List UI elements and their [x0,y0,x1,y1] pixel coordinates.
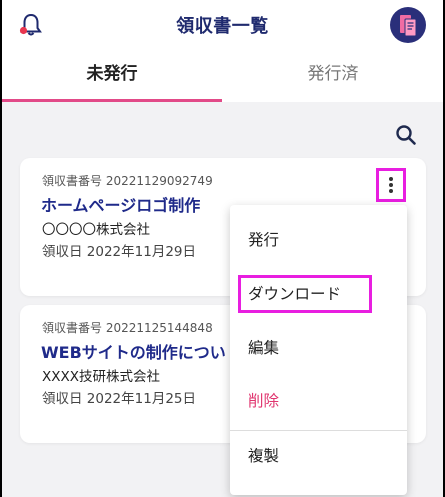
page-title: 領収書一覧 [176,16,269,37]
receipt-name[interactable]: ホームページロゴ制作 [41,192,200,216]
more-options-icon[interactable] [376,168,406,202]
receipt-date: 領収日 2022年11月29日 [42,244,197,260]
kebab-dot [389,183,393,187]
receipt-number: 領収書番号 20221125144848 [42,321,213,335]
receipt-company: 〇〇〇〇株式会社 [42,222,150,238]
menu-item-delete[interactable]: 削除 [230,376,407,426]
app-header: 領収書一覧 [2,0,443,50]
menu-item-issue[interactable]: 発行 [230,215,407,265]
tab-unissued[interactable]: 未発行 [2,50,222,102]
receipt-name[interactable]: WEBサイトの制作につい [41,339,226,363]
app-screen: 領収書一覧 未発行 発行済 領収書番号 20221129092749 ホームペー… [2,0,443,497]
kebab-dot [389,177,393,181]
tab-issued[interactable]: 発行済 [223,50,443,102]
receipt-number: 領収書番号 20221129092749 [42,174,213,188]
receipt-company: XXXX技研株式会社 [42,369,160,385]
options-menu: 発行 ダウンロード 編集 削除 複製 [230,205,407,495]
menu-item-duplicate[interactable]: 複製 [230,431,407,481]
receipt-avatar-icon[interactable] [390,7,426,43]
menu-item-edit[interactable]: 編集 [230,323,407,373]
download-highlight [238,275,372,313]
kebab-dot [389,189,393,193]
active-tab-indicator [2,99,222,102]
tab-bar: 未発行 発行済 [2,50,443,102]
search-icon[interactable] [393,122,419,148]
receipt-date: 領収日 2022年11月25日 [42,391,197,407]
